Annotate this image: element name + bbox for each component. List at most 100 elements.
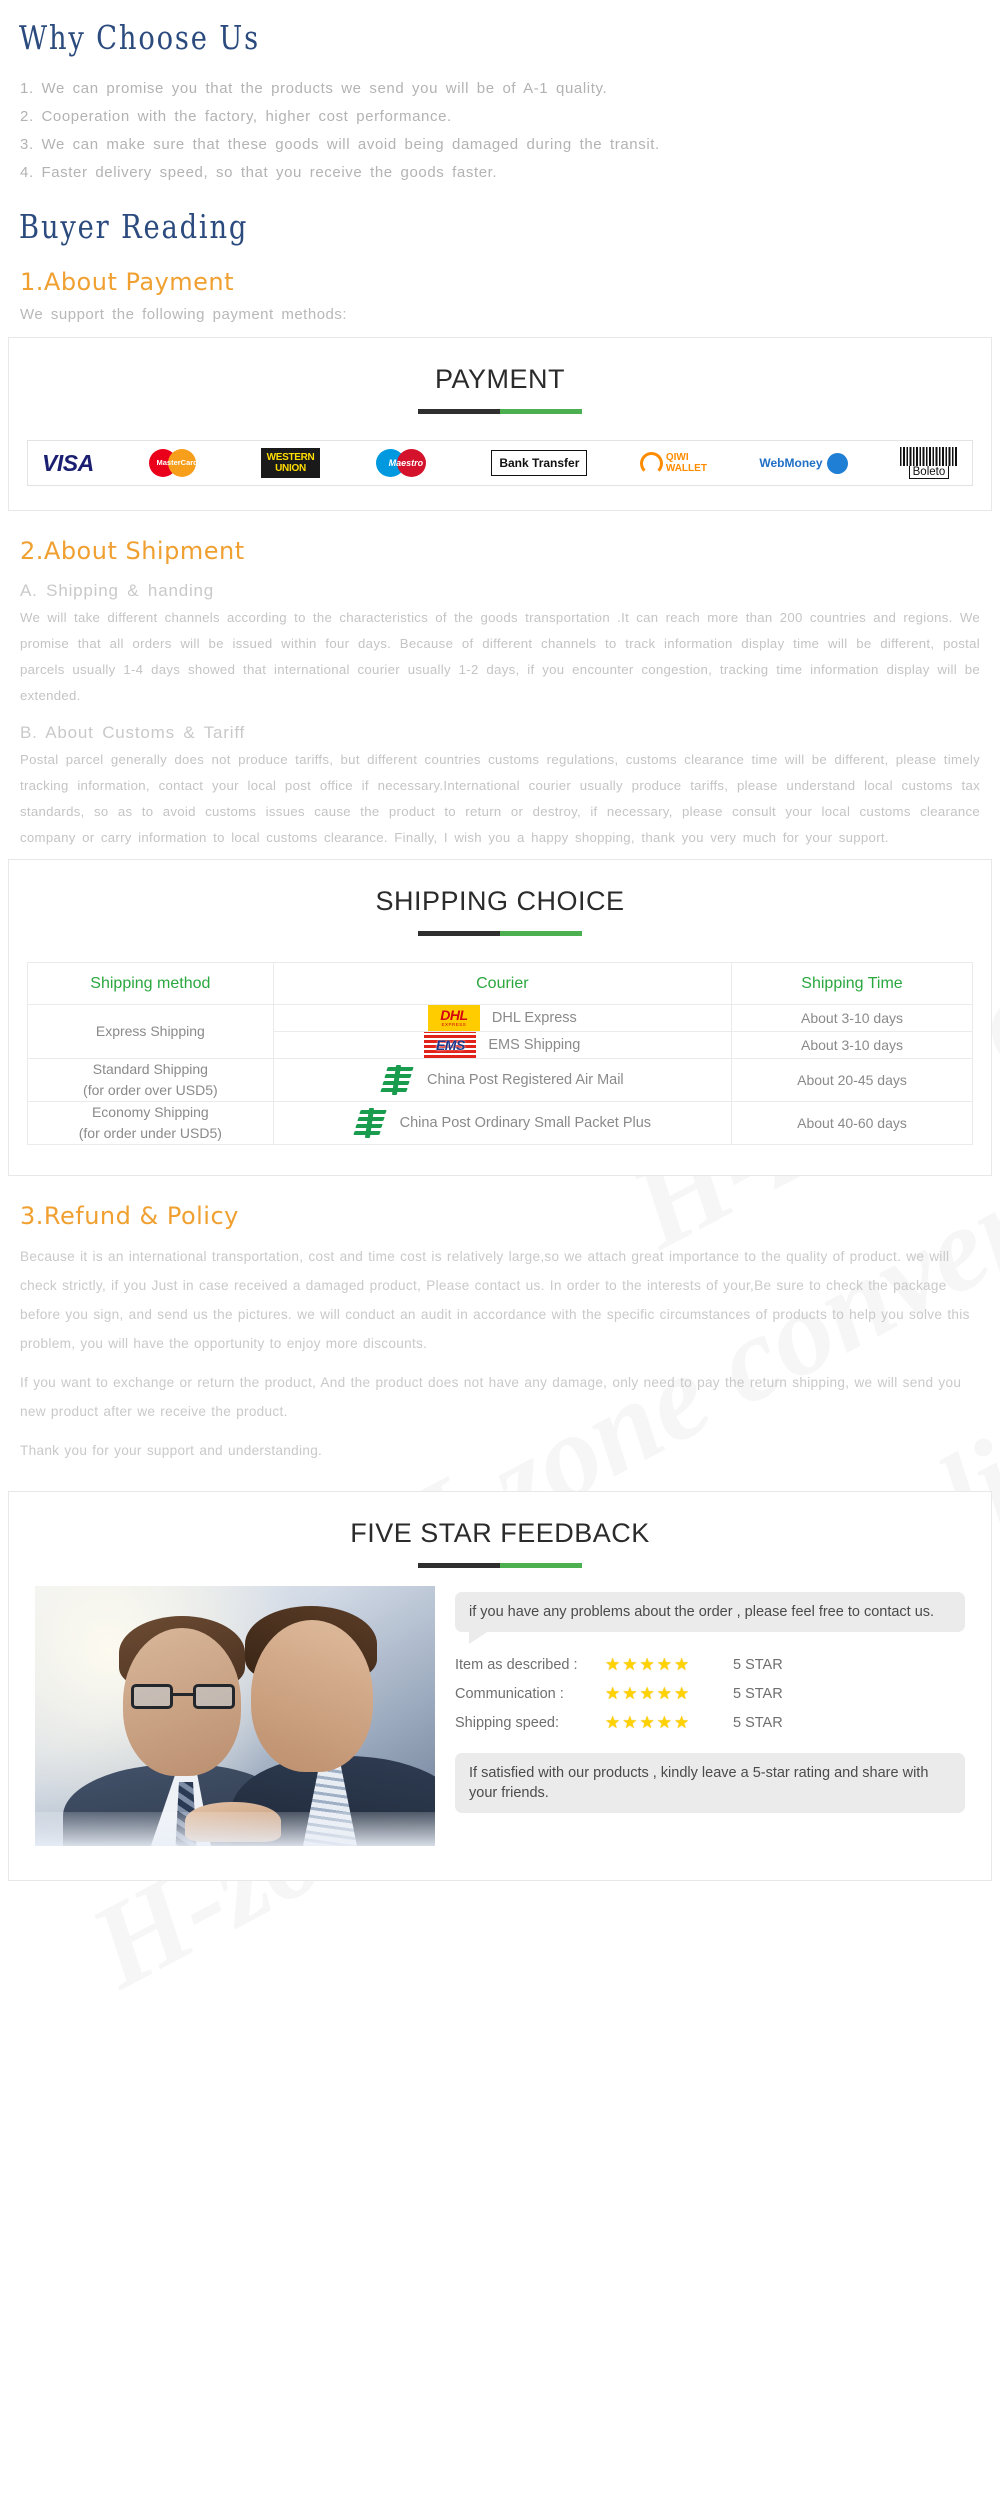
table-row: Express Shipping DHL EXPRESS DHL Express … (27, 1004, 973, 1059)
customs-tariff-subheading: B. About Customs & Tariff (20, 723, 246, 742)
product-description-page: H-zone convenient life store H-zone conv… (0, 0, 1000, 1881)
china-post-logo (352, 1108, 388, 1138)
title-rule (418, 931, 582, 936)
boleto-label: Boleto (908, 466, 950, 479)
feedback-body: if you have any problems about the order… (9, 1568, 991, 1880)
shipping-handing-text: We will take different channels accordin… (20, 610, 980, 703)
rule-green-half (500, 409, 582, 414)
method-sub: (for order under USD5) (78, 1125, 222, 1141)
customs-tariff-text: Postal parcel generally does not produce… (20, 752, 980, 845)
method-main: Economy Shipping (91, 1104, 209, 1120)
feedback-panel: FIVE STAR FEEDBACK if you have any probl… (8, 1491, 992, 1881)
rating-list: Item as described : ★ ★ ★ ★ ★ 5 STAR Communi… (455, 1656, 965, 1731)
visa-logo: VISA (42, 448, 94, 478)
china-post-logo (380, 1065, 415, 1095)
buyer-reading-heading: Buyer Reading (19, 207, 249, 246)
cell-courier: EMS EMS Shipping (272, 1031, 733, 1059)
title-rule (418, 409, 582, 414)
mastercard-label: MasterCard (156, 458, 198, 467)
western-union-line2: UNION (275, 463, 306, 474)
cell-shipping-time: About 20-45 days (731, 1058, 973, 1102)
cell-courier: China Post Registered Air Mail (272, 1058, 733, 1102)
refund-paragraph: Because it is an international transport… (20, 1249, 970, 1351)
rating-value: 5 STAR (733, 1685, 783, 1702)
payment-methods-strip: VISA MasterCard WESTERN UNION Maestro Ba… (27, 440, 973, 486)
qiwi-line2: WALLET (665, 463, 707, 474)
courier-name: EMS Shipping (488, 1037, 581, 1053)
five-star-icon: ★ ★ ★ ★ ★ (605, 1655, 690, 1674)
refund-paragraph: If you want to exchange or return the pr… (20, 1375, 962, 1419)
rating-value: 5 STAR (733, 1656, 783, 1673)
list-item: 4. Faster delivery speed, so that you re… (20, 164, 498, 181)
table-row: Economy Shipping (for order under USD5) … (27, 1101, 973, 1145)
bank-transfer-label: Bank Transfer (491, 450, 588, 476)
visa-label: VISA (42, 449, 94, 476)
list-item: 3. We can make sure that these goods wil… (20, 136, 660, 153)
bank-transfer-logo: Bank Transfer (491, 448, 588, 478)
contact-us-bubble: if you have any problems about the order… (455, 1592, 965, 1644)
shipping-handing-subheading: A. Shipping & handing (20, 581, 215, 600)
list-item: 2. Cooperation with the factory, higher … (20, 108, 452, 125)
dhl-logo: DHL EXPRESS (427, 1005, 480, 1031)
five-star-icon: ★ ★ ★ ★ ★ (605, 1713, 690, 1732)
maestro-logo: Maestro (373, 448, 439, 478)
payment-panel-title: PAYMENT (434, 364, 565, 394)
why-choose-us-heading: Why Choose Us (19, 18, 260, 57)
mastercard-logo: MasterCard (146, 448, 208, 478)
shipping-choice-title: SHIPPING CHOICE (375, 886, 625, 916)
five-star-icon: ★ ★ ★ ★ ★ (605, 1684, 690, 1703)
column-header-shipping-method: Shipping method (27, 962, 274, 1005)
barcode-icon (899, 447, 958, 466)
cell-shipping-time: About 40-60 days (731, 1101, 973, 1145)
shipping-choice-table: Shipping method Courier Shipping Time Ex… (27, 962, 973, 1145)
table-row: Standard Shipping (for order over USD5) … (27, 1058, 973, 1102)
payment-panel: PAYMENT VISA MasterCard WESTERN UNION Ma… (8, 337, 992, 511)
rating-row: Communication : ★ ★ ★ ★ ★ 5 STAR (455, 1685, 965, 1702)
method-sub: (for order over USD5) (83, 1082, 218, 1098)
column-header-shipping-time: Shipping Time (731, 962, 973, 1005)
refund-paragraph: Thank you for your support and understan… (20, 1443, 323, 1458)
rating-label: Item as described : (455, 1656, 578, 1673)
maestro-label: Maestro (388, 458, 424, 468)
rating-label: Shipping speed: (455, 1714, 559, 1731)
cell-shipping-time: About 3-10 days (731, 1004, 973, 1032)
feedback-panel-title: FIVE STAR FEEDBACK (350, 1518, 650, 1548)
rule-green-half (500, 1563, 582, 1568)
boleto-logo: Boleto (899, 447, 958, 479)
cell-shipping-method: Standard Shipping (for order over USD5) (27, 1058, 274, 1102)
qiwi-wallet-logo: QIWI WALLET (639, 448, 707, 478)
western-union-logo: WESTERN UNION (260, 448, 321, 478)
rule-dark-half (418, 409, 500, 414)
about-shipment-heading: 2.About Shipment (20, 537, 245, 565)
rating-row: Shipping speed: ★ ★ ★ ★ ★ 5 STAR (455, 1714, 965, 1731)
rating-value: 5 STAR (733, 1714, 783, 1731)
two-businessmen-photo (35, 1586, 435, 1846)
rule-dark-half (418, 1563, 500, 1568)
leave-rating-bubble: If satisfied with our products , kindly … (455, 1753, 965, 1813)
rule-dark-half (418, 931, 500, 936)
webmoney-logo: WebMoney (759, 448, 848, 478)
refund-policy-heading: 3.Refund & Policy (20, 1202, 239, 1230)
why-choose-us-list: 1. We can promise you that the products … (8, 63, 992, 191)
payment-note: We support the following payment methods… (20, 306, 348, 323)
cell-shipping-time: About 3-10 days (731, 1031, 973, 1059)
column-header-courier: Courier (272, 962, 733, 1005)
shipping-choice-panel: SHIPPING CHOICE Shipping method Courier … (8, 859, 992, 1176)
rating-label: Communication : (455, 1685, 564, 1702)
about-payment-heading: 1.About Payment (20, 268, 235, 296)
table-header-row: Shipping method Courier Shipping Time (27, 962, 973, 1005)
courier-name: China Post Ordinary Small Packet Plus (399, 1115, 652, 1131)
feedback-right-column: if you have any problems about the order… (455, 1586, 965, 1813)
cell-courier: DHL EXPRESS DHL Express (272, 1004, 733, 1032)
courier-name: China Post Registered Air Mail (427, 1072, 624, 1088)
courier-name: DHL Express (491, 1010, 577, 1026)
title-rule (418, 1563, 582, 1568)
list-item: 1. We can promise you that the products … (20, 80, 608, 97)
webmoney-globe-icon (826, 452, 848, 474)
cell-shipping-method: Economy Shipping (for order under USD5) (27, 1101, 274, 1145)
webmoney-label: WebMoney (759, 456, 823, 470)
ems-logo: EMS (424, 1032, 477, 1058)
cell-shipping-method: Express Shipping (27, 1004, 274, 1059)
cell-courier: China Post Ordinary Small Packet Plus (272, 1101, 733, 1145)
eyeglasses-icon (131, 1684, 235, 1709)
